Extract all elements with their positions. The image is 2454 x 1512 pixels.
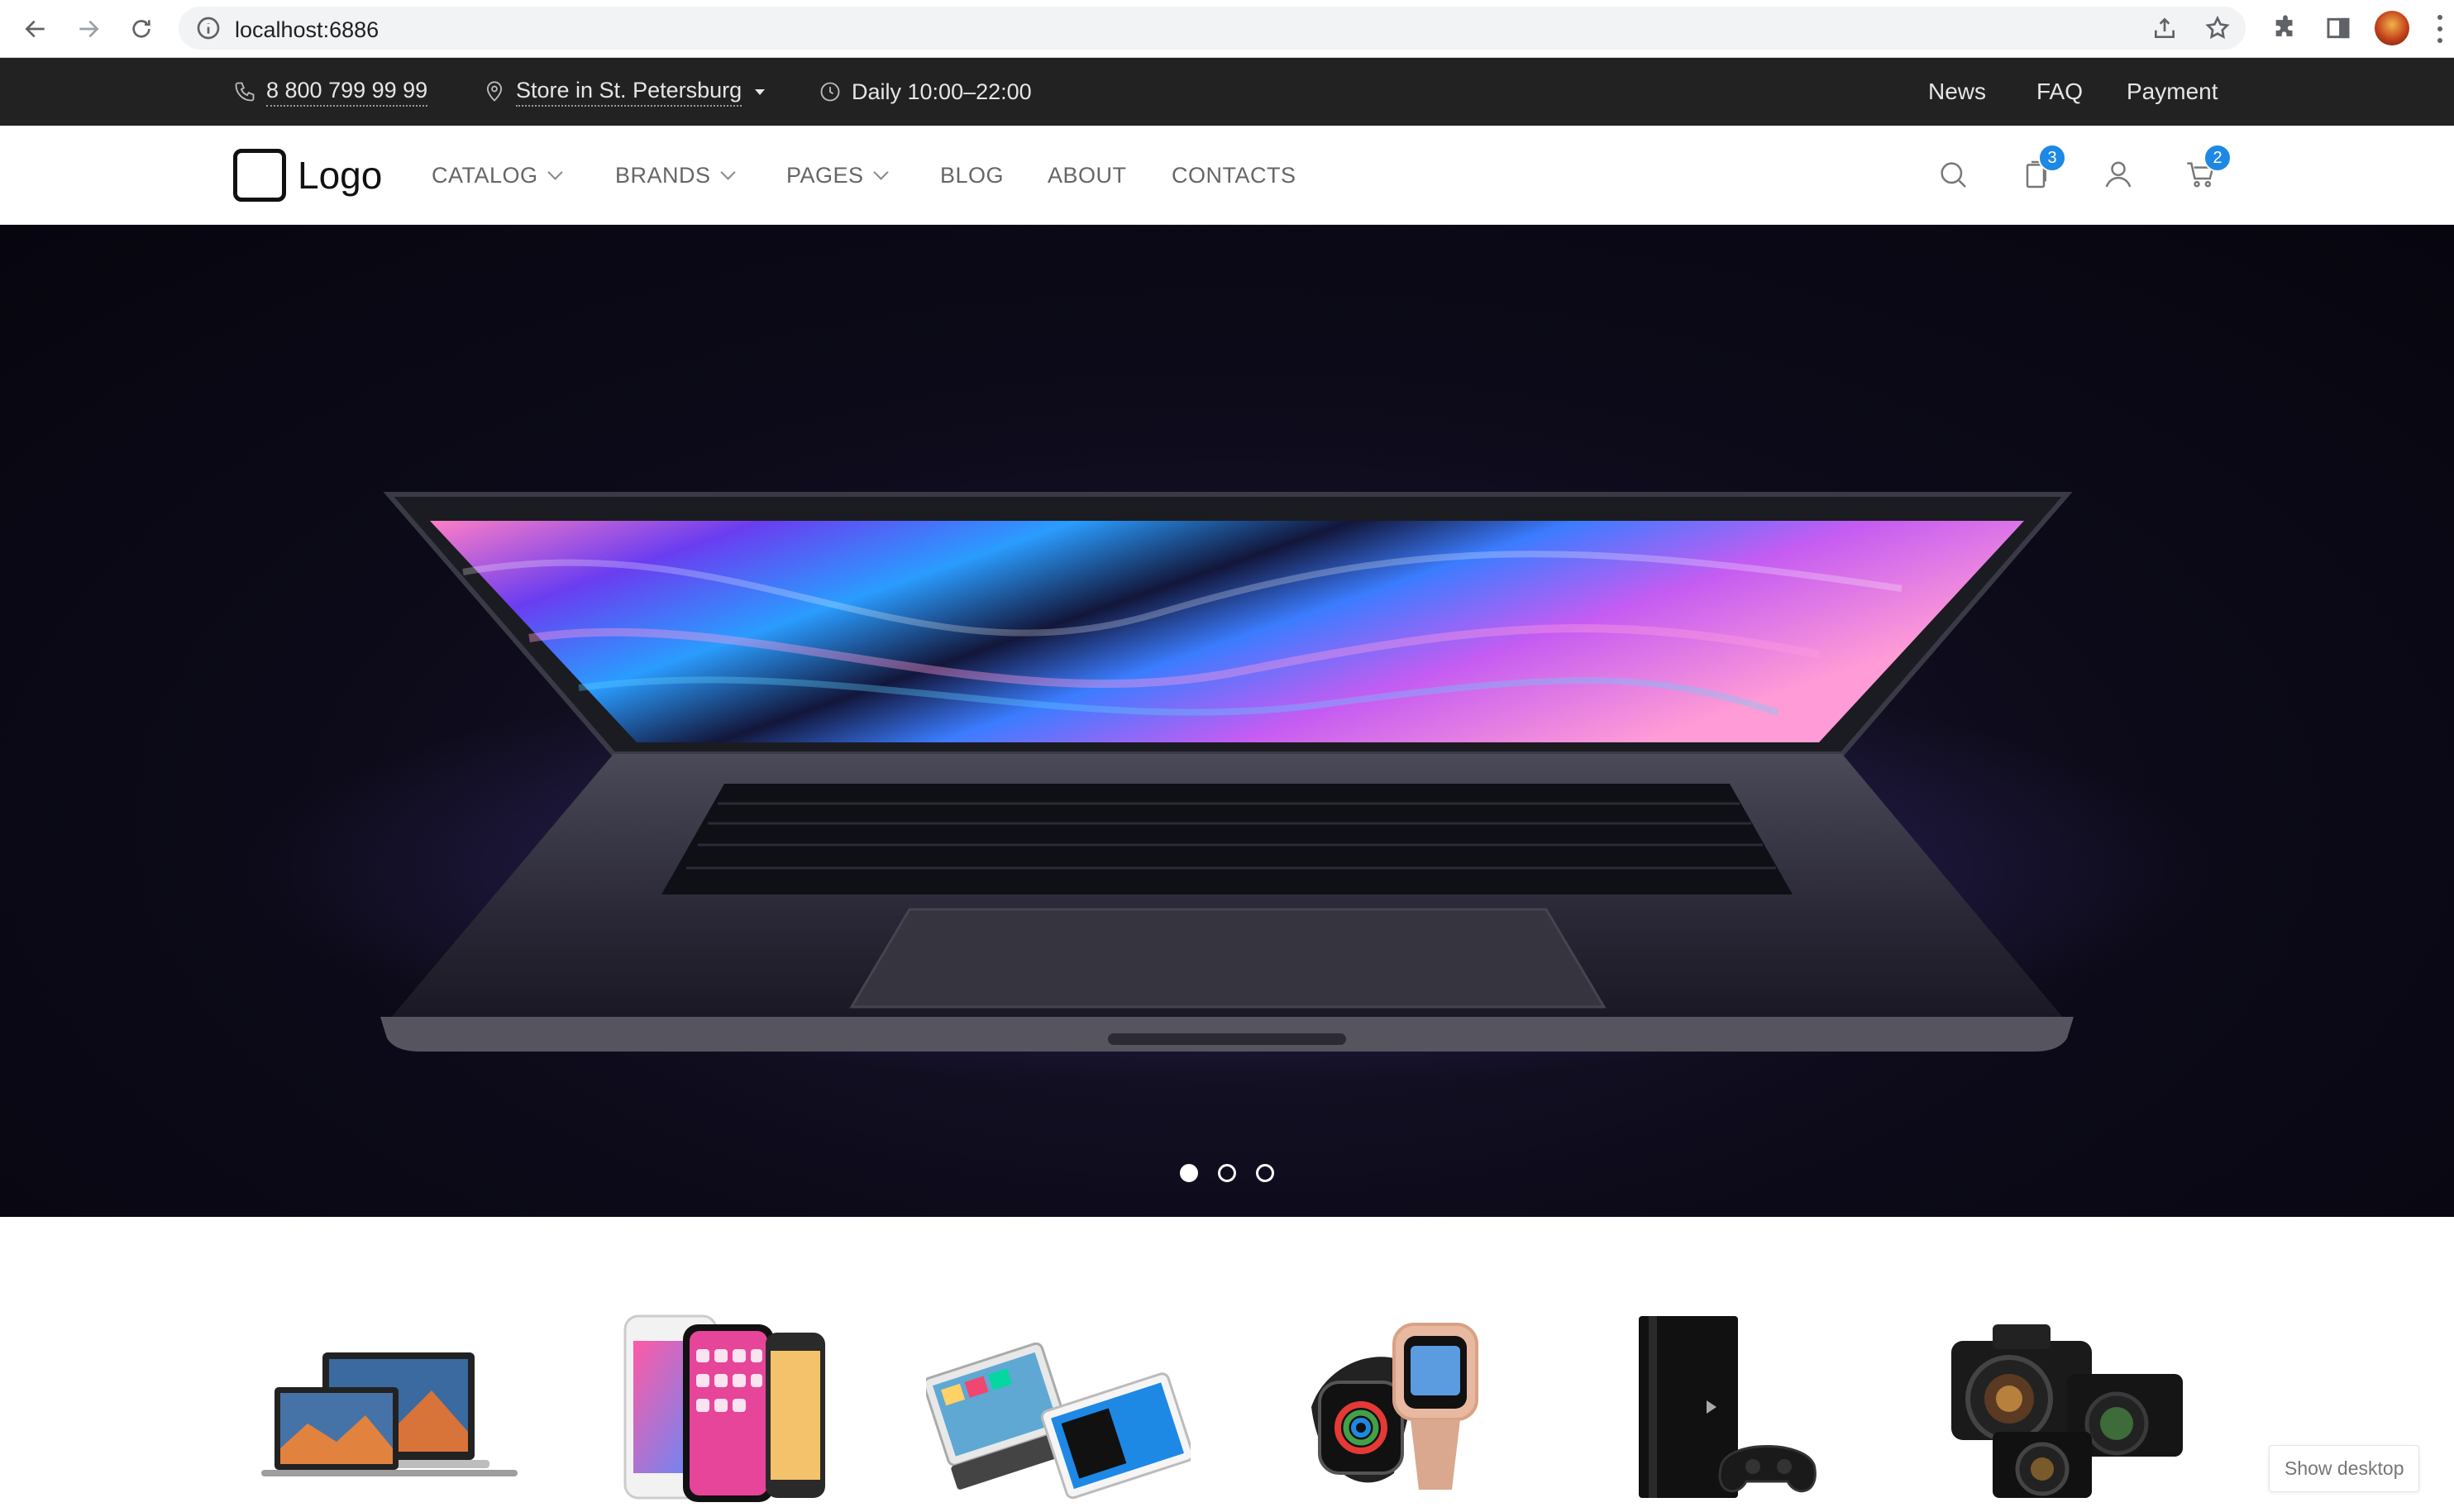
nav-about[interactable]: ABOUT	[1048, 126, 1127, 225]
cart-button[interactable]: 2	[2180, 144, 2232, 195]
caret-down-icon	[755, 88, 766, 95]
reload-button[interactable]	[122, 10, 160, 48]
search-button[interactable]	[1932, 154, 1974, 195]
top-info-bar: 8 800 799 99 99 Store in St. Petersburg …	[0, 58, 2454, 126]
site-logo[interactable]: Logo	[233, 147, 382, 203]
nav-catalog[interactable]: CATALOG	[432, 126, 563, 225]
side-panel-icon[interactable]	[2322, 12, 2355, 45]
phone-number: 8 800 799 99 99	[266, 78, 428, 107]
search-icon	[1941, 162, 1966, 188]
opening-hours: Daily 10:00–22:00	[819, 58, 1032, 126]
compare-button[interactable]: 3	[2015, 144, 2066, 195]
phones-icon[interactable]	[617, 1308, 832, 1506]
nav-label: CONTACTS	[1172, 162, 1296, 188]
store-name: Store in St. Petersburg	[516, 78, 742, 107]
show-desktop-button[interactable]: Show desktop	[2269, 1445, 2420, 1492]
address-bar[interactable]: localhost:6886	[179, 7, 2246, 50]
logo-text: Logo	[298, 154, 383, 197]
extensions-icon[interactable]	[2269, 12, 2302, 45]
compare-count-badge: 3	[2038, 144, 2066, 172]
laptop-hero-image	[235, 492, 2219, 1085]
hours-text: Daily 10:00–22:00	[852, 79, 1032, 104]
location-pin-icon	[486, 81, 503, 102]
info-icon	[197, 17, 220, 40]
chevron-down-icon	[547, 164, 563, 180]
chevron-down-icon	[872, 164, 889, 180]
logo-mark-icon	[233, 149, 286, 202]
nav-blog[interactable]: BLOG	[940, 126, 1004, 225]
browser-menu-icon[interactable]	[2434, 15, 2446, 43]
nav-label: BLOG	[940, 162, 1005, 188]
profile-avatar[interactable]	[2375, 11, 2409, 45]
phone-link[interactable]: 8 800 799 99 99	[233, 58, 428, 126]
slider-pagination	[0, 1164, 2454, 1182]
faq-link[interactable]: FAQ	[2036, 58, 2083, 126]
nav-label: PAGES	[786, 162, 864, 188]
reload-icon	[132, 20, 150, 38]
site-header: Logo CATALOG BRANDS PAGES BLOG ABOUT CON…	[0, 126, 2454, 225]
tablets-icon[interactable]	[922, 1308, 1195, 1506]
slide-dot-2[interactable]	[1218, 1164, 1236, 1182]
nav-pages[interactable]: PAGES	[786, 126, 889, 225]
consoles-icon[interactable]	[1630, 1308, 1829, 1506]
cart-count-badge: 2	[2203, 144, 2232, 172]
phone-icon	[235, 82, 255, 102]
store-selector[interactable]: Store in St. Petersburg	[483, 58, 766, 126]
back-button[interactable]	[17, 10, 55, 48]
cameras-icon[interactable]	[1943, 1308, 2191, 1506]
forward-button[interactable]	[69, 10, 107, 48]
browser-toolbar: localhost:6886	[0, 0, 2454, 58]
nav-label: CATALOG	[432, 162, 538, 188]
laptops-icon[interactable]	[258, 1308, 523, 1506]
nav-label: BRANDS	[615, 162, 711, 188]
nav-brands[interactable]: BRANDS	[615, 126, 736, 225]
hero-slider[interactable]	[0, 225, 2454, 1217]
clock-icon	[820, 82, 840, 102]
user-icon	[2105, 161, 2132, 188]
payment-link[interactable]: Payment	[2127, 58, 2218, 126]
url-text: localhost:6886	[235, 17, 380, 42]
watches-icon[interactable]	[1295, 1308, 1493, 1506]
chevron-down-icon	[719, 164, 736, 180]
arrow-right-icon	[79, 20, 99, 38]
nav-contacts[interactable]: CONTACTS	[1172, 126, 1296, 225]
account-button[interactable]	[2098, 154, 2139, 195]
share-icon[interactable]	[2151, 15, 2178, 41]
slide-dot-1[interactable]	[1180, 1164, 1198, 1182]
star-icon[interactable]	[2204, 15, 2231, 41]
arrow-left-icon	[25, 20, 45, 38]
nav-label: ABOUT	[1048, 162, 1127, 188]
news-link[interactable]: News	[1928, 58, 1986, 126]
slide-dot-3[interactable]	[1256, 1164, 1274, 1182]
category-strip	[0, 1217, 2454, 1512]
